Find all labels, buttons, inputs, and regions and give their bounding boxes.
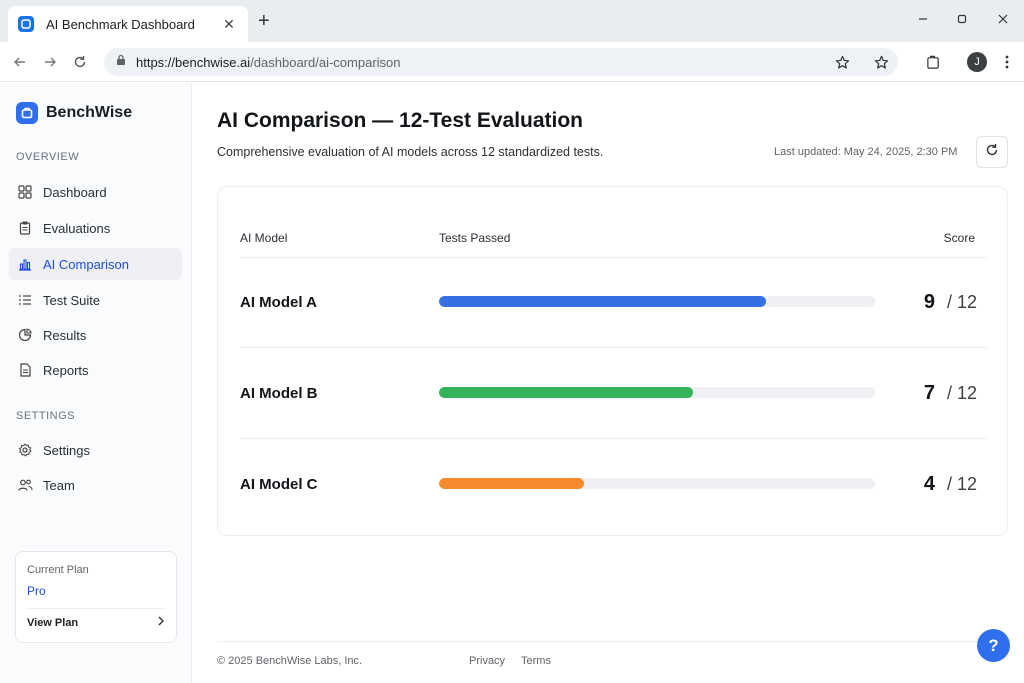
score-passed: 7 <box>923 381 935 404</box>
column-header-model: AI Model <box>240 231 288 245</box>
sidebar-item-team[interactable]: Team <box>9 469 182 501</box>
table-row: AI Model A 9 / 12 <box>218 257 1009 347</box>
score: 9 / 12 <box>924 257 977 347</box>
last-updated: Last updated: May 24, 2025, 2:30 PM <box>774 146 958 158</box>
browser-menu-icon[interactable] <box>999 54 1015 70</box>
score-passed: 4 <box>923 472 935 495</box>
brand-name: BenchWise <box>46 104 133 121</box>
model-name: AI Model A <box>240 293 317 311</box>
score-passed: 9 <box>923 290 935 313</box>
bookmark-star-icon[interactable] <box>834 54 850 70</box>
browser-toolbar: https://benchwise.ai/dashboard/ai-compar… <box>0 42 1024 82</box>
section-label-settings: SETTINGS <box>16 410 76 422</box>
sidebar-item-label: Reports <box>43 362 89 378</box>
sidebar-item-label: Evaluations <box>43 220 111 236</box>
tab-title: AI Benchmark Dashboard <box>46 16 195 32</box>
reload-icon[interactable] <box>68 50 92 74</box>
progress-track <box>439 478 875 489</box>
help-button[interactable]: ? <box>977 629 1010 662</box>
back-icon[interactable] <box>8 50 32 74</box>
brand[interactable]: BenchWise <box>16 102 132 124</box>
new-tab-button[interactable]: + <box>258 10 270 32</box>
forward-icon[interactable] <box>38 50 62 74</box>
clipboard-icon <box>17 220 33 236</box>
url-text: https://benchwise.ai/dashboard/ai-compar… <box>136 55 401 70</box>
refresh-button[interactable] <box>976 136 1008 168</box>
section-label-overview: OVERVIEW <box>16 151 80 163</box>
score-total: / 12 <box>946 291 977 312</box>
progress-track <box>439 387 875 398</box>
progress-fill <box>439 478 585 489</box>
plan-value: Pro <box>27 584 46 598</box>
model-name: AI Model C <box>240 475 318 493</box>
plan-card: Current Plan Pro View Plan <box>15 551 177 643</box>
sidebar-item-dashboard[interactable]: Dashboard <box>9 176 182 208</box>
plan-label: Current Plan <box>27 564 89 576</box>
table-row: AI Model C 4 / 12 <box>218 439 1009 529</box>
table-row: AI Model B 7 / 12 <box>218 348 1009 438</box>
score-total: / 12 <box>946 382 977 403</box>
main-content: AI Comparison — 12-Test Evaluation Compr… <box>193 83 1024 683</box>
favicon-icon <box>18 16 34 32</box>
sidebar-item-label: Settings <box>43 442 90 458</box>
gear-icon <box>17 442 33 458</box>
chevron-right-icon <box>157 616 165 629</box>
sidebar-item-evaluations[interactable]: Evaluations <box>9 212 182 244</box>
sidebar-item-label: Team <box>43 477 75 493</box>
url-path: /dashboard/ai-comparison <box>250 54 401 70</box>
sidebar-item-results[interactable]: Results <box>9 319 182 351</box>
score: 4 / 12 <box>924 439 977 529</box>
view-plan-label: View Plan <box>27 616 79 629</box>
brand-logo-icon <box>16 102 38 124</box>
sidebar-item-label: AI Comparison <box>43 256 129 272</box>
sidebar-item-label: Results <box>43 327 87 343</box>
progress-fill <box>439 296 766 307</box>
sidebar-item-settings[interactable]: Settings <box>9 434 182 466</box>
list-icon <box>17 292 33 308</box>
users-icon <box>17 477 33 493</box>
plan-divider <box>27 608 165 609</box>
url-host: https://benchwise.ai <box>136 54 251 70</box>
bookmarks-star-icon[interactable] <box>873 54 889 70</box>
maximize-icon[interactable] <box>947 8 977 30</box>
sidebar-item-test-suite[interactable]: Test Suite <box>9 284 182 316</box>
document-icon <box>17 362 33 378</box>
profile-avatar[interactable]: J <box>967 52 987 72</box>
terms-link[interactable]: Terms <box>521 655 551 667</box>
comparison-table-card: AI Model Tests Passed Score AI Model A 9… <box>217 186 1008 536</box>
minimize-icon[interactable] <box>908 8 938 30</box>
sidebar-item-ai-comparison[interactable]: AI Comparison <box>9 248 182 280</box>
grid-icon <box>17 184 33 200</box>
page-subtitle: Comprehensive evaluation of AI models ac… <box>217 145 604 159</box>
sidebar-item-label: Test Suite <box>43 292 101 308</box>
column-header-score: Score <box>943 231 975 245</box>
sidebar-item-reports[interactable]: Reports <box>9 354 182 386</box>
page-title: AI Comparison — 12-Test Evaluation <box>217 109 584 132</box>
bar-chart-icon <box>17 256 33 272</box>
close-window-icon[interactable] <box>988 8 1018 30</box>
footer-copyright: © 2025 BenchWise Labs, Inc. <box>217 655 363 667</box>
refresh-icon <box>985 143 999 162</box>
close-tab-icon[interactable]: ✕ <box>220 16 238 33</box>
privacy-link[interactable]: Privacy <box>469 655 505 667</box>
sidebar-item-label: Dashboard <box>43 184 107 200</box>
view-plan-link[interactable]: View Plan <box>27 616 165 629</box>
footer-divider <box>217 641 1008 642</box>
score-total: / 12 <box>946 473 977 494</box>
progress-fill <box>439 387 694 398</box>
address-bar[interactable]: https://benchwise.ai/dashboard/ai-compar… <box>104 48 898 76</box>
browser-tab[interactable]: AI Benchmark Dashboard ✕ <box>8 6 248 42</box>
sidebar: BenchWise OVERVIEW Dashboard Evaluations… <box>0 83 192 683</box>
lock-icon <box>116 53 126 71</box>
score: 7 / 12 <box>924 348 977 438</box>
extensions-icon[interactable] <box>925 54 941 70</box>
progress-track <box>439 296 875 307</box>
pie-chart-icon <box>17 327 33 343</box>
model-name: AI Model B <box>240 384 318 402</box>
browser-tab-bar: AI Benchmark Dashboard ✕ + <box>0 0 1024 42</box>
column-header-tests-passed: Tests Passed <box>439 231 511 245</box>
